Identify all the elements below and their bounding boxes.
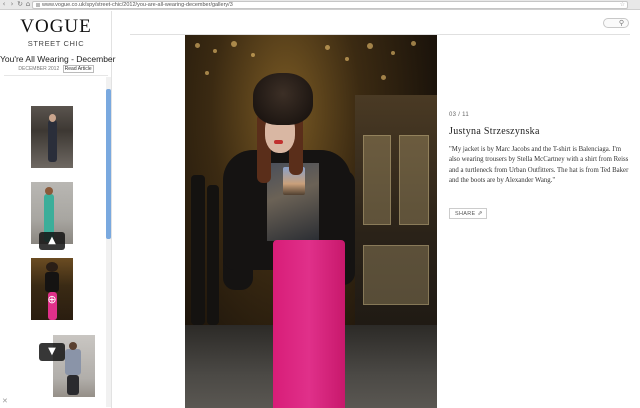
bokeh-light bbox=[231, 41, 237, 47]
gallery-counter: 03 / 11 bbox=[449, 112, 470, 118]
back-arrow-icon[interactable]: ‹ bbox=[0, 0, 8, 9]
subject-quote: "My jacket is by Marc Jacobs and the T-s… bbox=[449, 146, 629, 184]
bokeh-light bbox=[411, 41, 416, 46]
thumbnail-strip: ▲ ⊕ ▼ bbox=[0, 77, 112, 408]
search-icon: ⚲ bbox=[618, 19, 624, 27]
home-icon[interactable]: ⌂ bbox=[24, 0, 32, 9]
thumbnail-figure bbox=[48, 120, 57, 162]
bokeh-light bbox=[195, 43, 200, 48]
photo-subject-trousers bbox=[273, 240, 345, 408]
share-button[interactable]: SHARE ⇗ bbox=[449, 208, 487, 219]
address-bar[interactable]: www.vogue.co.uk/spy/street-chic/2012/you… bbox=[32, 1, 628, 9]
search-input[interactable]: ⚲ bbox=[603, 18, 629, 28]
sidebar-scrollbar[interactable] bbox=[106, 77, 111, 407]
scroll-down-button[interactable]: ▼ bbox=[39, 343, 65, 361]
bokeh-light bbox=[325, 45, 330, 50]
scroll-up-button[interactable]: ▲ bbox=[39, 232, 65, 250]
bokeh-light bbox=[251, 53, 255, 57]
forward-arrow-icon[interactable]: › bbox=[8, 0, 16, 9]
bokeh-light bbox=[345, 57, 349, 61]
thumbnail-figure-head bbox=[69, 342, 77, 350]
chevron-up-icon: ▲ bbox=[48, 235, 56, 246]
thumbnail-figure-head bbox=[45, 187, 53, 195]
thumbnail-figure-hat bbox=[46, 262, 58, 272]
bokeh-light bbox=[381, 75, 386, 80]
gallery-meta: DECEMBER 2012 Read Article bbox=[0, 65, 112, 73]
scrollbar-thumb[interactable] bbox=[106, 89, 111, 239]
gallery-date: DECEMBER 2012 bbox=[18, 66, 60, 72]
photo-shop-window bbox=[363, 245, 429, 305]
browser-toolbar: ‹ › ↻ ⌂ www.vogue.co.uk/spy/street-chic/… bbox=[0, 0, 640, 10]
reload-icon[interactable]: ↻ bbox=[16, 0, 24, 9]
thumbnail-figure bbox=[45, 272, 59, 292]
favicon-icon bbox=[36, 2, 40, 7]
photo-background-person bbox=[207, 185, 219, 325]
bokeh-light bbox=[205, 71, 209, 75]
gallery-thumbnail[interactable] bbox=[31, 258, 73, 320]
photo-background-person bbox=[191, 175, 205, 325]
section-name[interactable]: STREET CHIC bbox=[0, 39, 112, 48]
thumbnail-figure-head bbox=[49, 114, 56, 122]
read-article-link[interactable]: Read Article bbox=[62, 65, 94, 73]
thumbnail-figure-legs bbox=[67, 375, 79, 395]
star-icon[interactable]: ☆ bbox=[620, 2, 625, 8]
photo-subject-lips bbox=[274, 140, 283, 144]
photo-subject-fur-hat bbox=[253, 73, 313, 125]
bokeh-light bbox=[391, 51, 395, 55]
gallery-thumbnail[interactable] bbox=[31, 106, 73, 168]
close-icon[interactable]: ✕ bbox=[2, 397, 8, 405]
subject-name: Justyna Strzeszynska bbox=[449, 126, 540, 137]
share-icon: ⇗ bbox=[477, 210, 483, 217]
zoom-icon[interactable]: ⊕ bbox=[45, 293, 59, 307]
divider bbox=[4, 75, 108, 76]
gallery-main-photo[interactable] bbox=[185, 35, 437, 408]
photo-shop-window bbox=[399, 135, 429, 225]
bokeh-light bbox=[213, 49, 217, 53]
photo-shop-window bbox=[363, 135, 391, 225]
share-label: SHARE bbox=[455, 211, 476, 217]
bokeh-light bbox=[367, 43, 373, 49]
gallery-title: You're All Wearing - December bbox=[0, 54, 116, 64]
vogue-logo[interactable]: VOGUE bbox=[0, 17, 112, 37]
chevron-down-icon: ▼ bbox=[48, 346, 56, 357]
url-text: www.vogue.co.uk/spy/street-chic/2012/you… bbox=[42, 2, 233, 8]
gallery-sidebar: VOGUE STREET CHIC You're All Wearing - D… bbox=[0, 11, 116, 408]
thumbnail-figure bbox=[65, 349, 81, 375]
